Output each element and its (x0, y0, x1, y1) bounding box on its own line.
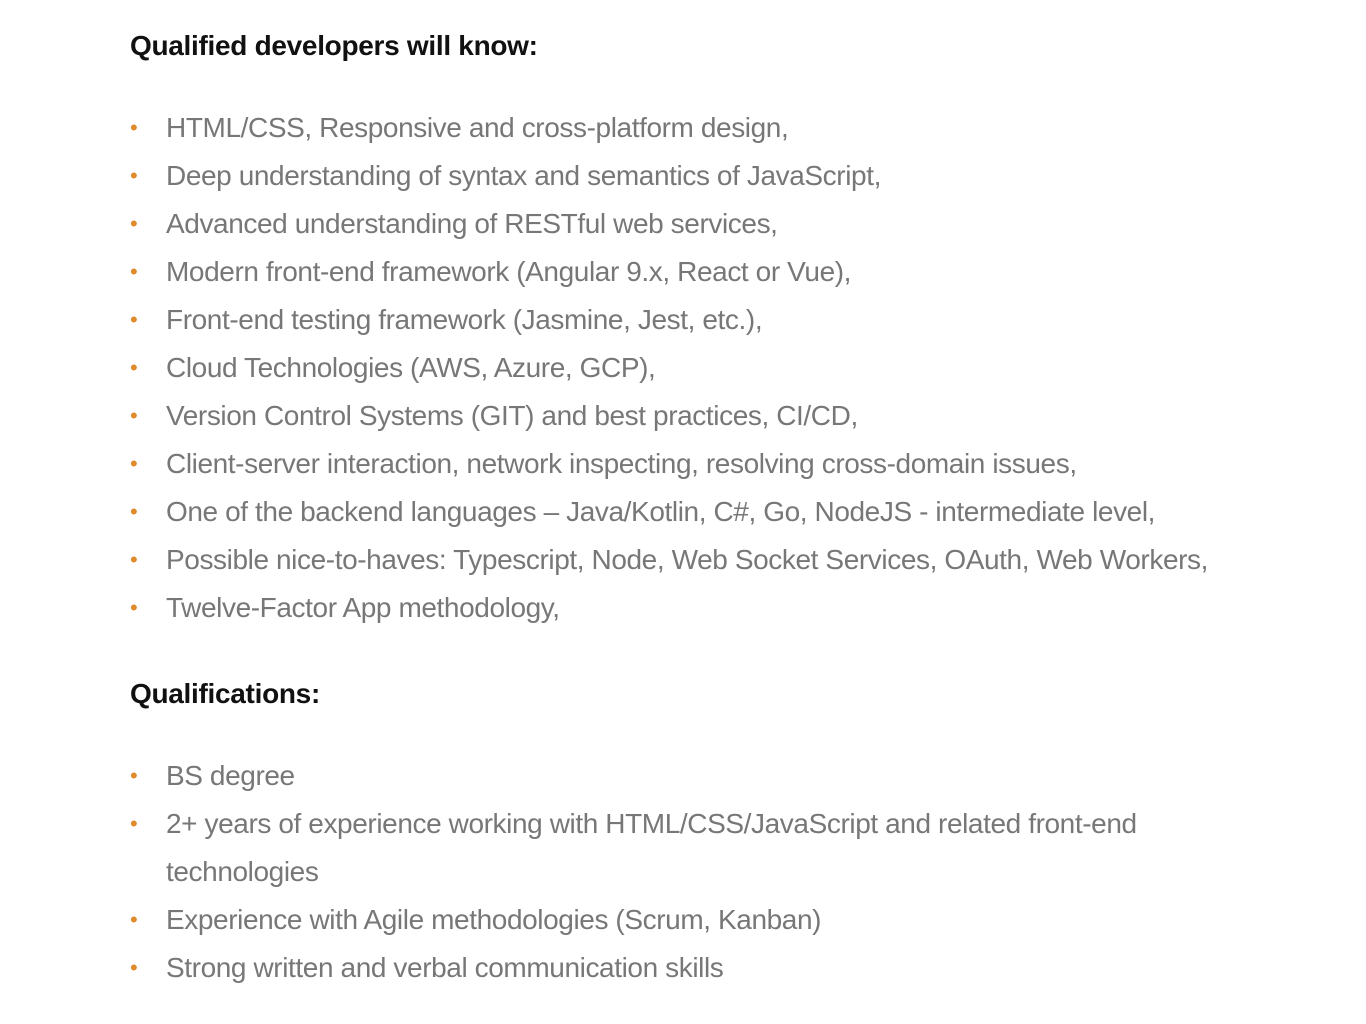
bullet-icon: • (130, 163, 138, 188)
list-item: • HTML/CSS, Responsive and cross-platform… (130, 104, 1330, 152)
list-item: • Advanced understanding of RESTful web s… (130, 200, 1330, 248)
list-item: • 2+ years of experience working with HTM… (130, 800, 1330, 896)
bullet-icon: • (130, 547, 138, 572)
list-item: • Version Control Systems (GIT) and best … (130, 392, 1330, 440)
bullet-icon: • (130, 355, 138, 380)
section-heading-qualifications: Qualifications: (130, 678, 320, 709)
list-item: • Strong written and verbal communication… (130, 944, 1330, 992)
list-item: • Modern front-end framework (Angular 9.x… (130, 248, 1330, 296)
list-item-text: Modern front-end framework (Angular 9.x,… (166, 256, 852, 287)
list-item-text: Strong written and verbal communication … (166, 952, 724, 983)
list-item: • Twelve-Factor App methodology, (130, 584, 1330, 632)
bullet-icon: • (130, 907, 138, 932)
list-item-text: Experience with Agile methodologies (Scr… (166, 904, 822, 935)
qualifications-list: • BS degree • 2+ years of experience worki… (130, 752, 1330, 992)
list-item-text: Client-server interaction, network inspe… (166, 448, 1077, 479)
skills-list: • HTML/CSS, Responsive and cross-platform… (130, 104, 1330, 632)
list-item: • Experience with Agile methodologies (Sc… (130, 896, 1330, 944)
list-item: • Front-end testing framework (Jasmine, J… (130, 296, 1330, 344)
section-heading-qualified-developers: Qualified developers will know: (130, 30, 538, 61)
list-item-text: Advanced understanding of RESTful web se… (166, 208, 778, 239)
list-item: • Cloud Technologies (AWS, Azure, GCP), (130, 344, 1330, 392)
list-item-text: Front-end testing framework (Jasmine, Je… (166, 304, 763, 335)
job-requirements: Qualified developers will know: • HTML/CS… (130, 0, 1330, 992)
bullet-icon: • (130, 115, 138, 140)
bullet-icon: • (130, 955, 138, 980)
bullet-icon: • (130, 259, 138, 284)
list-item-text: BS degree (166, 760, 295, 791)
list-item-text: 2+ years of experience working with HTML… (166, 808, 1137, 887)
list-item: • BS degree (130, 752, 1330, 800)
list-item-text: Version Control Systems (GIT) and best p… (166, 400, 858, 431)
list-item-text: Possible nice-to-haves: Typescript, Node… (166, 544, 1209, 575)
bullet-icon: • (130, 403, 138, 428)
bullet-icon: • (130, 811, 138, 836)
list-item: • Possible nice-to-haves: Typescript, Nod… (130, 536, 1330, 584)
bullet-icon: • (130, 499, 138, 524)
bullet-icon: • (130, 451, 138, 476)
bullet-icon: • (130, 211, 138, 236)
list-item-text: One of the backend languages – Java/Kotl… (166, 496, 1156, 527)
list-item: • One of the backend languages – Java/Kot… (130, 488, 1330, 536)
list-item-text: Cloud Technologies (AWS, Azure, GCP), (166, 352, 656, 383)
bullet-icon: • (130, 307, 138, 332)
list-item: • Client-server interaction, network insp… (130, 440, 1330, 488)
list-item-text: Deep understanding of syntax and semanti… (166, 160, 881, 191)
list-item-text: Twelve-Factor App methodology, (166, 592, 560, 623)
list-item: • Deep understanding of syntax and semant… (130, 152, 1330, 200)
bullet-icon: • (130, 763, 138, 788)
list-item-text: HTML/CSS, Responsive and cross-platform … (166, 112, 789, 143)
bullet-icon: • (130, 595, 138, 620)
